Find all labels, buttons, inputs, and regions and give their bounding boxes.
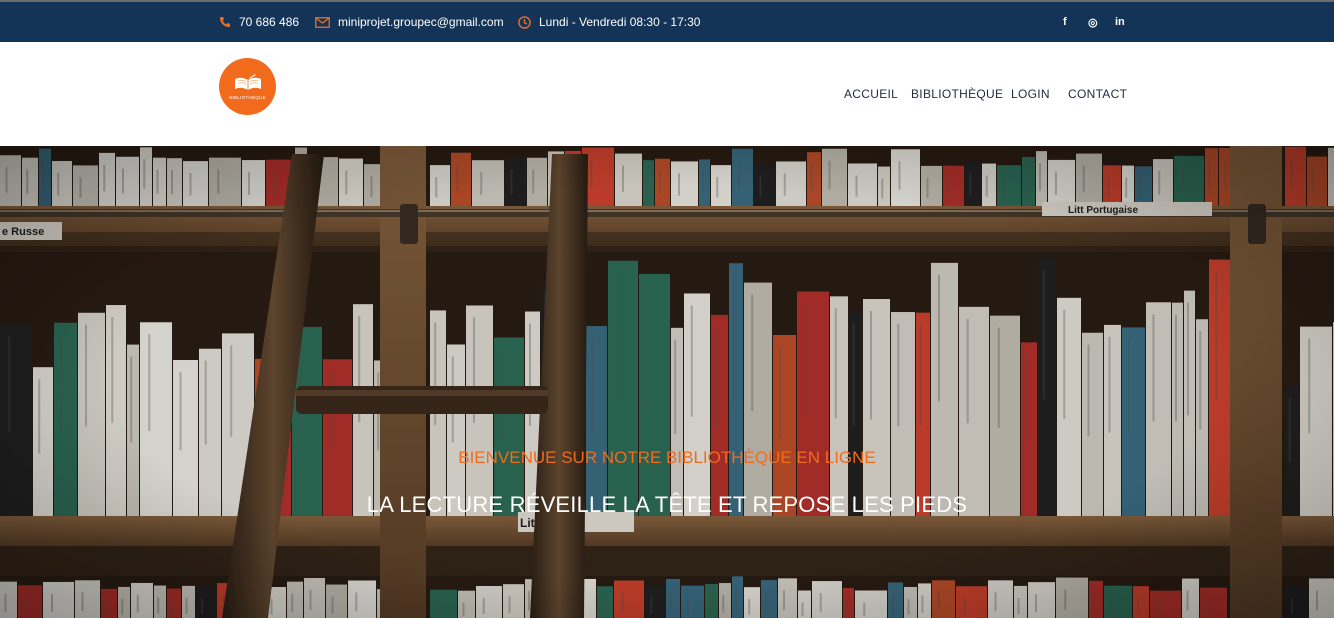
bookshelf-background-image: e Russe Litt Portugaise Lit panique bbox=[0, 146, 1334, 618]
envelope-icon bbox=[315, 16, 330, 28]
logo-text: BIBLIOTHEQUE bbox=[229, 95, 266, 100]
email-address: miniprojet.groupec@gmail.com bbox=[338, 15, 504, 29]
phone-contact[interactable]: 70 686 486 bbox=[219, 2, 299, 42]
opening-hours: Lundi - Vendredi 08:30 - 17:30 bbox=[539, 15, 701, 29]
hero-subtitle: BIENVENUE SUR NOTRE BIBLIOTHÈQUE EN LIGN… bbox=[458, 448, 876, 467]
phone-number: 70 686 486 bbox=[239, 15, 300, 29]
hours-info: Lundi - Vendredi 08:30 - 17:30 bbox=[518, 2, 700, 42]
facebook-icon[interactable]: f bbox=[1063, 2, 1067, 42]
hero-banner: e Russe Litt Portugaise Lit panique BIEN… bbox=[0, 146, 1334, 618]
nav-accueil[interactable]: ACCUEIL bbox=[844, 87, 898, 101]
instagram-icon[interactable]: ◎ bbox=[1088, 2, 1098, 42]
clock-icon bbox=[518, 15, 531, 29]
hero-title: LA LECTURE RÉVEILLE LA TÊTE ET REPOSE LE… bbox=[366, 492, 968, 517]
nav-contact[interactable]: CONTACT bbox=[1068, 87, 1127, 101]
nav-bibliotheque[interactable]: BIBLIOTHÈQUE bbox=[911, 87, 1003, 101]
site-logo[interactable]: BIBLIOTHEQUE bbox=[219, 58, 276, 115]
book-logo-icon bbox=[234, 74, 261, 90]
email-contact[interactable]: miniprojet.groupec@gmail.com bbox=[315, 2, 504, 42]
phone-icon bbox=[219, 16, 231, 28]
linkedin-icon[interactable]: in bbox=[1115, 2, 1125, 42]
main-navbar: BIBLIOTHEQUE ACCUEIL BIBLIOTHÈQUE LOGIN … bbox=[0, 42, 1334, 146]
top-contact-bar: 70 686 486 miniprojet.groupec@gmail.com … bbox=[0, 0, 1334, 42]
nav-login[interactable]: LOGIN bbox=[1011, 87, 1050, 101]
